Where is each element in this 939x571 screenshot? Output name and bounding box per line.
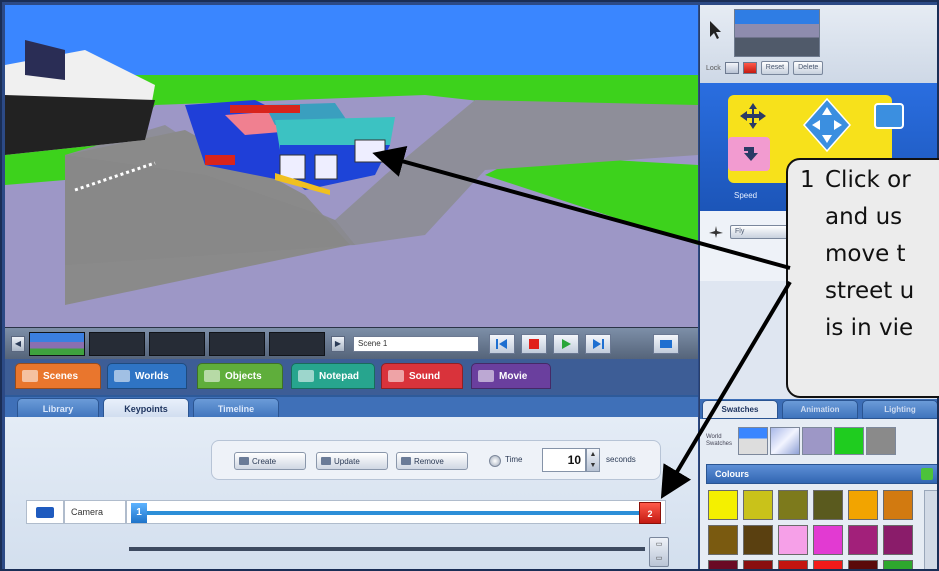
arrow-to-shop — [372, 145, 791, 270]
arrow-to-keypoint — [660, 280, 792, 499]
callout-arrows — [372, 145, 792, 499]
